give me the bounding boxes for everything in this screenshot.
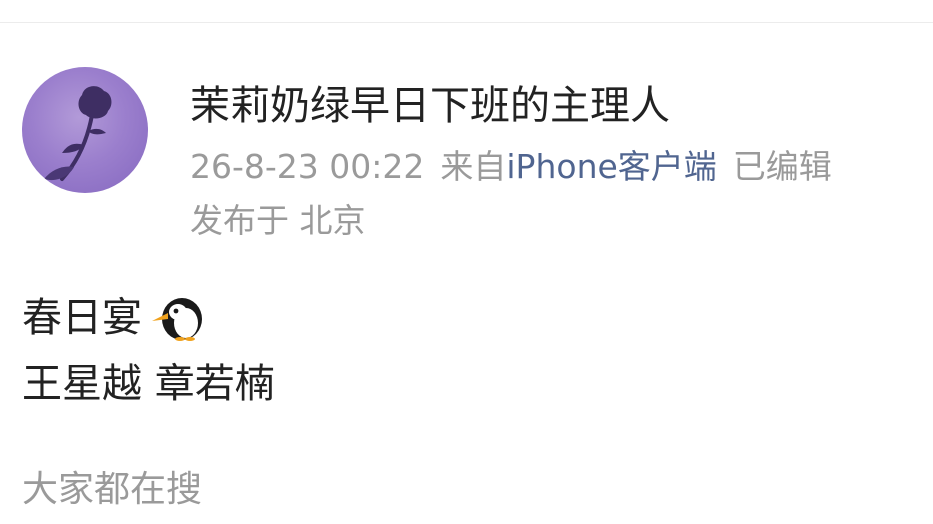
client-link[interactable]: iPhone客户端 <box>506 147 716 186</box>
trending-search-label: 大家都在搜 <box>22 469 203 510</box>
author-name[interactable]: 茉莉奶绿早日下班的主理人 <box>190 82 670 130</box>
penguin-icon <box>148 295 206 341</box>
post-location: 发布于 北京 <box>190 201 366 240</box>
post-text-line-2: 王星越 章若楠 <box>22 361 275 407</box>
post-line-1: 春日宴 <box>22 285 275 351</box>
post-meta: 26-8-23 00:22 来自iPhone客户端 已编辑 <box>190 146 832 188</box>
source-prefix: 来自 <box>440 147 507 186</box>
avatar[interactable] <box>22 67 148 193</box>
top-divider <box>0 22 933 23</box>
post-text-line-1: 春日宴 <box>22 295 142 341</box>
post-timestamp: 26-8-23 00:22 <box>190 147 425 186</box>
rose-silhouette-icon <box>44 86 112 181</box>
post-line-2: 王星越 章若楠 <box>22 351 275 417</box>
edited-label[interactable]: 已编辑 <box>733 147 832 186</box>
weibo-post-page: 茉莉奶绿早日下班的主理人 26-8-23 00:22 来自iPhone客户端 已编辑… <box>0 0 933 524</box>
post-body: 春日宴 王星越 章若楠 <box>22 285 275 417</box>
